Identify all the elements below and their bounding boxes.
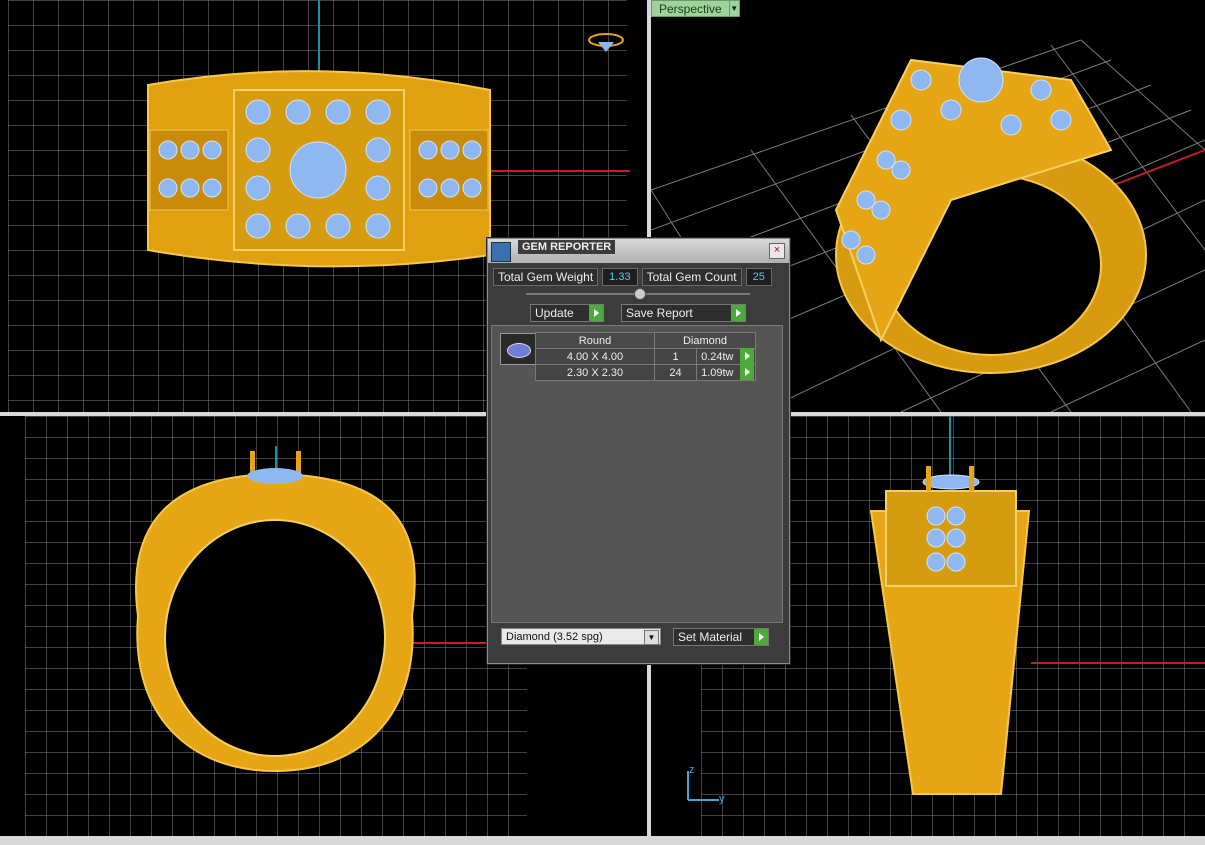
play-icon bbox=[740, 364, 754, 380]
material-select-value: Diamond (3.52 spg) bbox=[506, 631, 603, 643]
gem-list-panel: Round Diamond 4.00 X 4.00 1 0.24tw 2.30 … bbox=[491, 325, 783, 623]
table-row: 4.00 X 4.00 1 0.24tw bbox=[535, 348, 756, 365]
total-gem-count-label: Total Gem Count bbox=[641, 268, 742, 286]
gem-count: 1 bbox=[653, 348, 698, 365]
update-button[interactable]: Update bbox=[530, 304, 604, 322]
save-report-button-label: Save Report bbox=[626, 306, 693, 320]
gem-reporter-window[interactable]: GEM REPORTER × Total Gem Weight 1.33 Tot… bbox=[487, 238, 790, 664]
gem-table: Round Diamond 4.00 X 4.00 1 0.24tw 2.30 … bbox=[535, 332, 756, 381]
totals-row: Total Gem Weight 1.33 Total Gem Count 25 bbox=[493, 268, 772, 286]
axis-z-label: z bbox=[689, 764, 695, 776]
total-gem-weight-value: 1.33 bbox=[602, 268, 638, 286]
close-icon[interactable]: × bbox=[769, 243, 785, 259]
gem-reporter-title: GEM REPORTER bbox=[518, 240, 616, 254]
gem-material-header: Diamond bbox=[654, 332, 756, 349]
axis-y-label: y bbox=[719, 793, 725, 805]
save-report-button[interactable]: Save Report bbox=[621, 304, 746, 322]
slider-knob[interactable] bbox=[634, 288, 646, 300]
table-row: 2.30 X 2.30 24 1.09tw bbox=[535, 364, 756, 381]
viewport-label[interactable]: Perspective ▼ bbox=[651, 0, 740, 17]
play-icon bbox=[754, 629, 768, 645]
viewport-label-text[interactable]: Perspective bbox=[651, 0, 730, 17]
chevron-down-icon[interactable]: ▼ bbox=[729, 0, 740, 17]
play-icon bbox=[589, 305, 603, 321]
gem-count: 24 bbox=[653, 364, 698, 381]
status-strip bbox=[0, 836, 1205, 845]
gem-reporter-titlebar[interactable]: GEM REPORTER × bbox=[488, 239, 789, 263]
round-gem-icon[interactable] bbox=[500, 333, 536, 365]
set-material-button[interactable]: Set Material bbox=[673, 628, 769, 646]
update-button-label: Update bbox=[535, 306, 574, 320]
gem-shape-header: Round bbox=[535, 332, 655, 349]
chevron-down-icon[interactable]: ▼ bbox=[644, 630, 659, 645]
play-icon bbox=[731, 305, 745, 321]
total-gem-count-value: 25 bbox=[745, 268, 772, 286]
report-slider[interactable] bbox=[526, 288, 750, 300]
total-gem-weight-label: Total Gem Weight bbox=[493, 268, 599, 286]
set-material-button-label: Set Material bbox=[678, 630, 743, 644]
play-icon bbox=[740, 348, 754, 364]
gem-size: 2.30 X 2.30 bbox=[535, 364, 655, 381]
gem-reporter-icon bbox=[491, 242, 511, 262]
material-select[interactable]: Diamond (3.52 spg) ▼ bbox=[501, 628, 661, 645]
gem-size: 4.00 X 4.00 bbox=[535, 348, 655, 365]
